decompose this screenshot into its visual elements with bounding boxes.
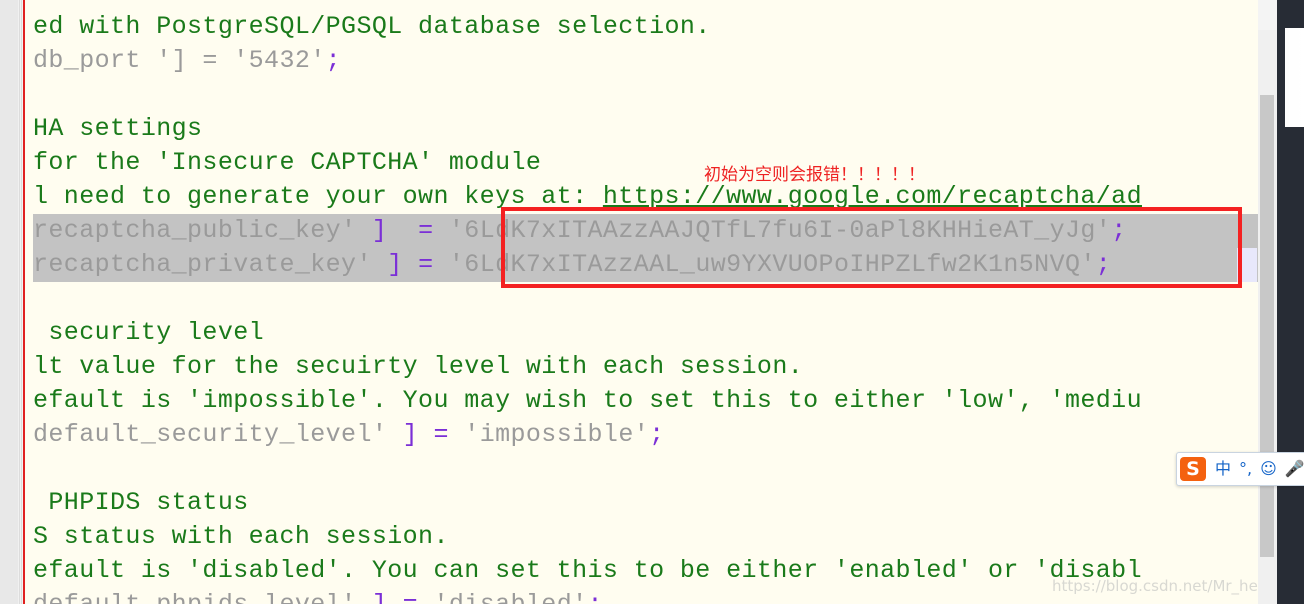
code-token: '5432': [233, 46, 326, 75]
code-token: ;: [649, 420, 665, 449]
emoji-icon[interactable]: ☺: [1260, 461, 1277, 477]
annotation-note-chinese: 初始为空则会报错！！！！！: [704, 165, 925, 185]
voice-input-icon[interactable]: 🎤: [1285, 461, 1304, 477]
text-caret: [1238, 250, 1240, 280]
code-token: ]: [371, 216, 388, 245]
code-line[interactable]: default_phpids_level' ] = 'disabled';: [33, 588, 603, 604]
code-line[interactable]: HA settings: [33, 112, 202, 146]
code-token: 'disabled': [433, 590, 587, 604]
code-token: =: [433, 420, 449, 449]
code-token: https://www.google.com/recaptcha/ad: [602, 182, 1142, 211]
code-token: =: [403, 590, 418, 604]
code-token: security level: [33, 318, 265, 347]
code-token: =: [418, 250, 434, 279]
code-token: S status with each session.: [33, 522, 449, 551]
code-token: ;: [1111, 216, 1127, 245]
code-line[interactable]: l need to generate your own keys at: htt…: [33, 180, 1142, 214]
code-token: default_phpids_level': [33, 590, 372, 604]
code-token: ]: [372, 590, 387, 604]
scrollbar-top-cap: [1258, 0, 1277, 30]
code-line[interactable]: efault is 'impossible'. You may wish to …: [33, 384, 1142, 418]
editor-gutter: [0, 0, 18, 604]
code-editor-area[interactable]: ed with PostgreSQL/PGSQL database select…: [25, 0, 1258, 604]
code-token: lt value for the secuirty level with eac…: [33, 352, 804, 381]
code-line[interactable]: default_security_level' ] = 'impossible'…: [33, 418, 665, 452]
code-token: for the 'Insecure CAPTCHA' module: [33, 148, 542, 177]
code-token: ed with PostgreSQL/PGSQL database select…: [33, 12, 711, 41]
sogou-ime-toolbar[interactable]: S 中°,☺🎤▤: [1176, 452, 1304, 486]
code-token: HA settings: [33, 114, 203, 143]
code-line[interactable]: efault is 'disabled'. You can set this t…: [33, 554, 1142, 588]
code-token: ]: [402, 420, 419, 449]
code-token: default_security_level': [33, 420, 403, 449]
language-mode-chinese[interactable]: 中: [1215, 461, 1231, 477]
editor-scrollbar-thumb[interactable]: [1260, 95, 1274, 557]
code-line[interactable]: for the 'Insecure CAPTCHA' module: [33, 146, 541, 180]
code-line[interactable]: S status with each session.: [33, 520, 449, 554]
code-token: =: [187, 46, 234, 75]
code-token: ;: [588, 590, 603, 604]
code-token: ;: [325, 46, 342, 75]
code-token: 'impossible': [464, 420, 650, 449]
code-token: recaptcha_public_key': [33, 216, 372, 245]
code-line[interactable]: recaptcha_private_key' ] = '6LdK7xITAzzA…: [33, 248, 1111, 282]
code-token: '6LdK7xITAzzAAL_uw9YXVUOPoIHPZLfw2K1n5NV…: [448, 250, 1096, 279]
code-token: recaptcha_private_key': [33, 250, 388, 279]
ide-right-popup-strip: [1285, 28, 1304, 127]
sogou-logo-icon[interactable]: S: [1180, 457, 1206, 481]
code-line[interactable]: lt value for the secuirty level with eac…: [33, 350, 803, 384]
code-line[interactable]: ed with PostgreSQL/PGSQL database select…: [33, 10, 711, 44]
code-line[interactable]: PHPIDS status: [33, 486, 249, 520]
code-token: l need to generate your own keys at:: [33, 182, 603, 211]
code-token: efault is 'impossible'. You may wish to …: [33, 386, 1142, 415]
code-line[interactable]: security level: [33, 316, 264, 350]
code-token: ;: [1095, 250, 1112, 279]
code-token: =: [418, 216, 434, 245]
code-line[interactable]: db_port '] = '5432';: [33, 44, 341, 78]
punctuation-mode[interactable]: °,: [1239, 461, 1252, 477]
caret-line-halo: [1237, 248, 1257, 282]
code-token: '6LdK7xITAAzzAAJQTfL7fu6I-0aPl8KHHieAT_y…: [448, 216, 1112, 245]
editor-screenshot: ed with PostgreSQL/PGSQL database select…: [0, 0, 1304, 604]
code-token: db_port ']: [33, 46, 188, 75]
code-line[interactable]: recaptcha_public_key' ] = '6LdK7xITAAzzA…: [33, 214, 1127, 248]
code-token: ]: [387, 250, 403, 279]
code-token: efault is 'disabled'. You can set this t…: [33, 556, 1142, 585]
code-token: PHPIDS status: [33, 488, 249, 517]
